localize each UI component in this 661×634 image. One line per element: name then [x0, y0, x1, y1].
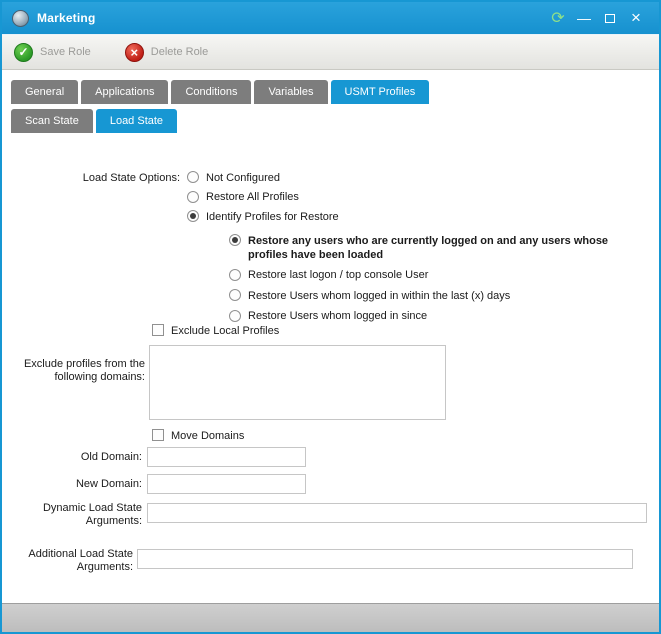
app-window: Marketing ⟳ — × ✓ Save Role × Delete Rol…: [0, 0, 661, 634]
primary-tab-row: General Applications Conditions Variable…: [2, 80, 659, 104]
exclude-domains-textarea[interactable]: [149, 345, 446, 420]
radio-restore-logged-in-since[interactable]: Restore Users whom logged in since: [229, 309, 649, 324]
radio-icon: [229, 289, 241, 301]
toolbar: ✓ Save Role × Delete Role: [2, 34, 659, 70]
dynamic-args-label: Dynamic Load State Arguments:: [2, 502, 142, 528]
radio-icon: [229, 234, 241, 246]
checkbox-label: Exclude Local Profiles: [171, 323, 279, 338]
window-title: Marketing: [37, 11, 95, 25]
radio-label: Not Configured: [206, 170, 280, 185]
save-role-button[interactable]: ✓ Save Role: [14, 43, 91, 62]
new-domain-label: New Domain:: [2, 478, 142, 491]
radio-restore-logged-on-users[interactable]: Restore any users who are currently logg…: [229, 233, 649, 262]
radio-icon: [229, 310, 241, 322]
checkbox-icon: [152, 324, 164, 336]
secondary-tab-row: Scan State Load State: [2, 109, 659, 133]
radio-not-configured[interactable]: Not Configured: [187, 170, 339, 185]
delete-x-icon: ×: [125, 43, 144, 62]
window-footer: [2, 603, 659, 632]
tab-scan-state[interactable]: Scan State: [11, 109, 93, 133]
radio-icon: [187, 210, 199, 222]
radio-restore-last-logon[interactable]: Restore last logon / top console User: [229, 268, 649, 283]
radio-label: Restore All Profiles: [206, 190, 299, 205]
delete-role-label: Delete Role: [151, 46, 208, 58]
dynamic-args-input[interactable]: [147, 503, 647, 523]
checkbox-icon: [152, 429, 164, 441]
radio-identify-profiles[interactable]: Identify Profiles for Restore: [187, 209, 339, 224]
tab-usmt-profiles[interactable]: USMT Profiles: [331, 80, 430, 104]
delete-role-button[interactable]: × Delete Role: [125, 43, 208, 62]
new-domain-input[interactable]: [147, 474, 306, 494]
radio-restore-last-x-days[interactable]: Restore Users whom logged in within the …: [229, 288, 649, 303]
tab-general[interactable]: General: [11, 80, 78, 104]
tab-load-state[interactable]: Load State: [96, 109, 177, 133]
minimize-icon[interactable]: —: [571, 7, 597, 29]
old-domain-input[interactable]: [147, 447, 306, 467]
tab-variables[interactable]: Variables: [254, 80, 327, 104]
old-domain-label: Old Domain:: [2, 451, 142, 464]
load-state-options-label: Load State Options:: [2, 172, 180, 185]
move-domains-checkbox[interactable]: Move Domains: [152, 428, 244, 443]
exclude-local-profiles-checkbox[interactable]: Exclude Local Profiles: [152, 323, 279, 338]
close-icon[interactable]: ×: [623, 7, 649, 29]
radio-icon: [187, 171, 199, 183]
exclude-domains-label: Exclude profiles from the following doma…: [2, 358, 145, 384]
radio-label: Restore last logon / top console User: [248, 268, 428, 283]
radio-label: Restore Users whom logged in within the …: [248, 288, 510, 303]
additional-args-input[interactable]: [137, 549, 633, 569]
additional-args-label: Additional Load State Arguments:: [2, 548, 133, 574]
radio-label: Restore any users who are currently logg…: [248, 233, 649, 262]
checkbox-label: Move Domains: [171, 428, 244, 443]
radio-icon: [229, 269, 241, 281]
tab-conditions[interactable]: Conditions: [171, 80, 251, 104]
radio-label: Identify Profiles for Restore: [206, 209, 339, 224]
app-icon: [12, 10, 29, 27]
refresh-icon[interactable]: ⟳: [545, 7, 571, 29]
titlebar: Marketing ⟳ — ×: [2, 2, 659, 34]
load-state-options-group: Not Configured Restore All Profiles Iden…: [187, 170, 339, 224]
save-check-icon: ✓: [14, 43, 33, 62]
maximize-icon[interactable]: [597, 7, 623, 29]
radio-restore-all-profiles[interactable]: Restore All Profiles: [187, 190, 339, 205]
restore-options-group: Restore any users who are currently logg…: [229, 233, 649, 323]
save-role-label: Save Role: [40, 46, 91, 58]
radio-icon: [187, 191, 199, 203]
tab-applications[interactable]: Applications: [81, 80, 168, 104]
radio-label: Restore Users whom logged in since: [248, 309, 427, 324]
